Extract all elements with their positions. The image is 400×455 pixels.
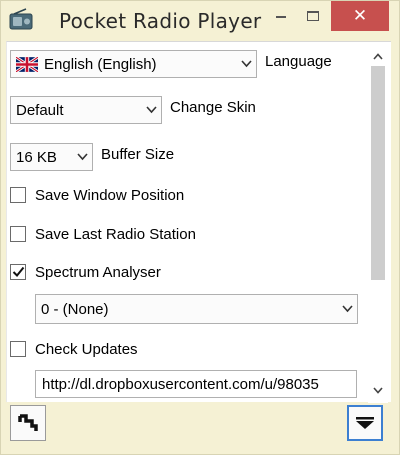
scroll-up-button[interactable]: [368, 46, 388, 66]
chevron-down-icon: [373, 386, 383, 394]
save-window-position-option[interactable]: Save Window Position: [10, 185, 184, 205]
chevron-down-icon: [236, 51, 256, 77]
save-last-station-checkbox[interactable]: [10, 226, 26, 242]
scrollbar-thumb[interactable]: [371, 66, 385, 280]
checkmark-icon: [12, 266, 24, 277]
check-updates-option[interactable]: Check Updates: [10, 339, 138, 359]
save-last-station-option[interactable]: Save Last Radio Station: [10, 224, 196, 244]
close-button[interactable]: ✕: [331, 1, 389, 31]
compact-mode-button[interactable]: [10, 405, 46, 441]
chevron-down-icon: [141, 97, 161, 123]
uk-flag-icon: [16, 56, 38, 72]
save-window-position-label: Save Window Position: [35, 186, 185, 204]
buffer-dropdown[interactable]: 16 KB: [10, 143, 93, 171]
chevron-down-icon: [337, 295, 357, 323]
save-last-station-label: Save Last Radio Station: [35, 225, 196, 243]
spectrum-mode-value: 0 - (None): [41, 300, 109, 318]
collapse-button[interactable]: [347, 405, 383, 441]
chevron-up-icon: [373, 52, 383, 60]
save-window-position-checkbox[interactable]: [10, 187, 26, 203]
skin-label: Change Skin: [170, 99, 256, 116]
check-updates-label: Check Updates: [35, 340, 138, 358]
radio-icon[interactable]: [8, 7, 34, 33]
spectrum-mode-dropdown[interactable]: 0 - (None): [35, 294, 358, 324]
maximize-icon: [307, 11, 319, 21]
update-url-input[interactable]: http://dl.dropboxusercontent.com/u/98035: [35, 370, 357, 398]
language-value: English (English): [44, 55, 157, 73]
close-icon: ✕: [352, 6, 368, 25]
compact-mode-icon: [18, 414, 38, 431]
scroll-down-button[interactable]: [368, 380, 388, 400]
minimize-icon: [276, 16, 286, 18]
update-url-value: http://dl.dropboxusercontent.com/u/98035: [42, 375, 319, 393]
skin-value: Default: [16, 101, 64, 119]
chevron-down-icon: [72, 144, 92, 170]
maximize-button[interactable]: [298, 1, 328, 31]
title-bar[interactable]: Pocket Radio Player ✕: [1, 1, 399, 41]
collapse-arrow-icon: [356, 417, 374, 429]
skin-dropdown[interactable]: Default: [10, 96, 162, 124]
check-updates-checkbox[interactable]: [10, 341, 26, 357]
spectrum-analyser-checkbox[interactable]: [10, 264, 26, 280]
spectrum-analyser-option[interactable]: Spectrum Analyser: [10, 262, 161, 282]
minimize-button[interactable]: [266, 1, 296, 31]
settings-panel: English (English) Language Default Chang…: [6, 41, 391, 403]
language-label: Language: [265, 53, 332, 70]
app-window: Pocket Radio Player ✕ English (English) …: [0, 0, 400, 455]
vertical-scrollbar[interactable]: [368, 42, 388, 403]
buffer-label: Buffer Size: [101, 146, 175, 163]
spectrum-analyser-label: Spectrum Analyser: [35, 263, 161, 281]
window-title: Pocket Radio Player: [59, 9, 262, 33]
language-dropdown[interactable]: English (English): [10, 50, 257, 78]
buffer-value: 16 KB: [16, 148, 57, 166]
